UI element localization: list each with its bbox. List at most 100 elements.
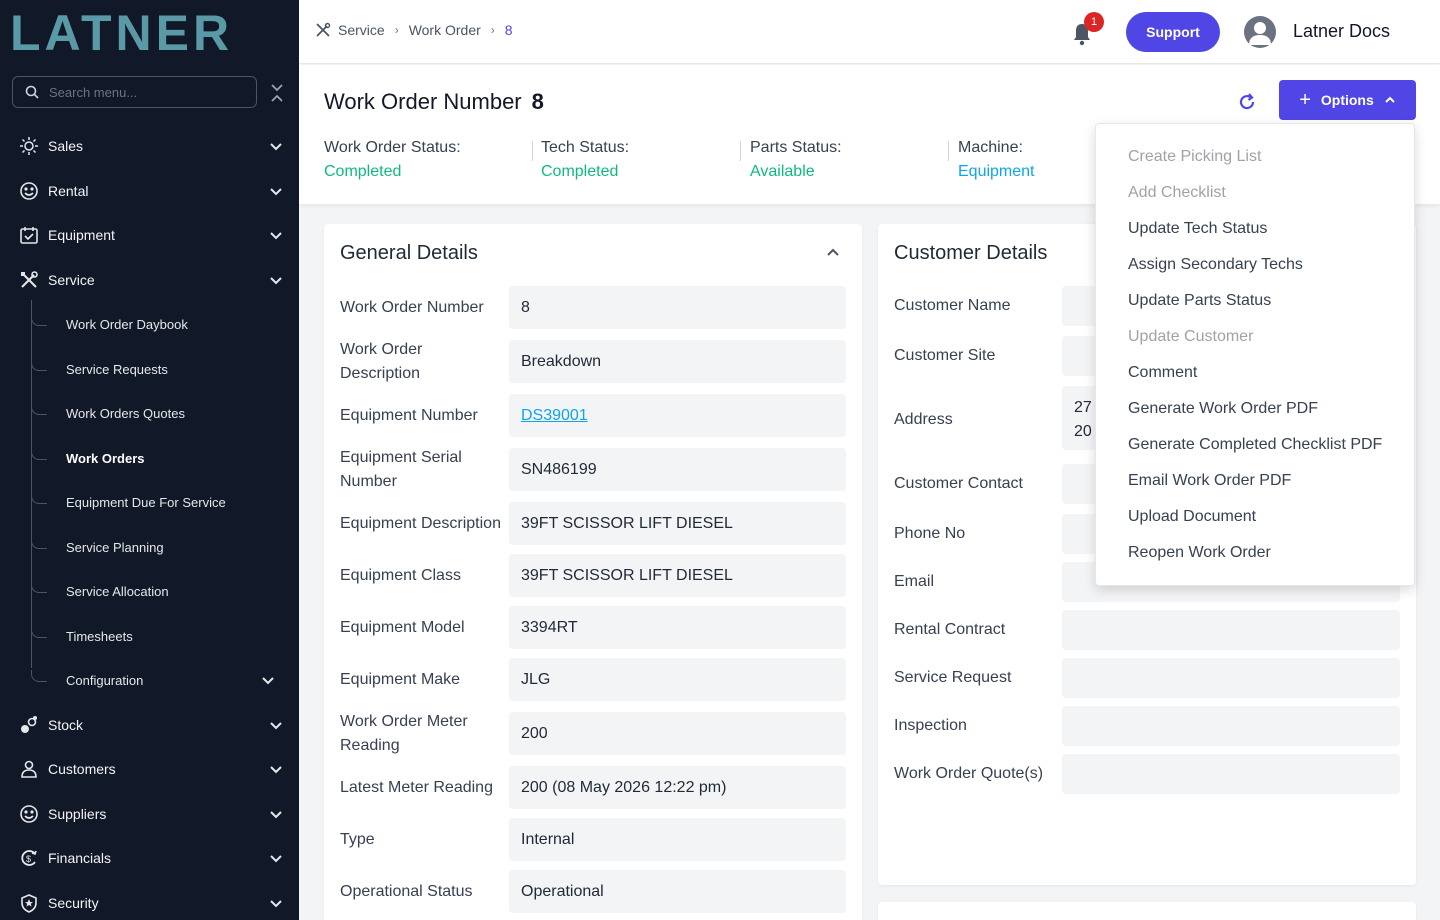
equipment-serial-field[interactable]: SN486199 (509, 448, 846, 491)
menu-item-generate-completed-checklist-pdf[interactable]: Generate Completed Checklist PDF (1128, 436, 1382, 454)
customers-icon (18, 758, 40, 780)
support-button[interactable]: Support (1126, 12, 1220, 52)
sidebar-subitem-timesheets[interactable]: Timesheets (0, 616, 299, 656)
sidebar-item-stock[interactable]: Stock (0, 705, 299, 745)
svg-text:LATNER: LATNER (10, 10, 233, 54)
page-title: Work Order Number 8 (324, 89, 544, 115)
menu-item-update-customer[interactable]: Update Customer (1128, 328, 1253, 346)
work-order-description-field[interactable]: Breakdown (509, 340, 846, 383)
tools-icon (316, 22, 331, 37)
field-label: Customer Contact (894, 475, 1023, 492)
sidebar-item-label: Rental (48, 183, 89, 199)
sidebar-item-sales[interactable]: Sales (0, 126, 299, 166)
sidebar-item-label: Stock (48, 717, 84, 733)
options-label: Options (1320, 92, 1374, 108)
service-request-field[interactable] (1062, 658, 1400, 698)
chevron-up-icon[interactable] (826, 245, 840, 259)
equipment-class-field[interactable]: 39FT SCISSOR LIFT DIESEL (509, 554, 846, 597)
field-label: Latest Meter Reading (340, 779, 493, 796)
chevron-down-icon (270, 143, 282, 151)
card-title: Customer Details (894, 242, 1048, 264)
collapse-icon[interactable] (268, 82, 286, 104)
sidebar-item-service[interactable]: Service (0, 260, 299, 300)
field-label: Type (340, 831, 375, 848)
menu-item-add-checklist[interactable]: Add Checklist (1128, 184, 1226, 202)
breadcrumb-work-order[interactable]: Work Order (409, 22, 481, 38)
chevron-right-icon: › (490, 23, 495, 37)
rental-contract-field[interactable] (1062, 610, 1400, 650)
chevron-down-icon (270, 722, 282, 730)
sidebar-item-rental[interactable]: Rental (0, 171, 299, 211)
sidebar-subitem-service-planning[interactable]: Service Planning (0, 527, 299, 567)
field-label: Equipment Description (340, 515, 501, 532)
sidebar-item-suppliers[interactable]: Suppliers (0, 794, 299, 834)
operational-status-field[interactable]: Operational (509, 870, 846, 913)
menu-item-update-parts-status[interactable]: Update Parts Status (1128, 292, 1271, 310)
work-order-number: 8 (531, 89, 544, 114)
breadcrumb-service[interactable]: Service (338, 22, 385, 38)
sidebar-item-label: Security (48, 895, 99, 911)
equipment-icon (18, 224, 40, 246)
work-order-number-field[interactable]: 8 (509, 286, 846, 329)
type-field[interactable]: Internal (509, 818, 846, 861)
equipment-make-field[interactable]: JLG (509, 658, 846, 701)
sidebar-subitem-work-orders-quotes[interactable]: Work Orders Quotes (0, 393, 299, 433)
machine-link[interactable]: Equipment (958, 163, 1035, 181)
sidebar-item-label: Equipment (48, 227, 115, 243)
field-label: Address (894, 411, 953, 428)
sidebar-subitem-work-orders[interactable]: Work Orders (0, 438, 299, 478)
breadcrumb-current: 8 (504, 22, 513, 38)
sidebar-subitem-service-allocation[interactable]: Service Allocation (0, 571, 299, 611)
inspection-field[interactable] (1062, 706, 1400, 746)
field-label: Work Order Number (340, 299, 484, 316)
options-button[interactable]: + Options (1279, 80, 1416, 120)
field-label: Service Request (894, 669, 1012, 686)
chevron-down-icon (270, 766, 282, 774)
avatar[interactable] (1244, 16, 1276, 48)
menu-item-email-work-order-pdf[interactable]: Email Work Order PDF (1128, 472, 1291, 490)
equipment-number-link[interactable]: DS39001 (521, 407, 588, 425)
status-value: Completed (324, 163, 402, 180)
refresh-icon[interactable] (1236, 91, 1258, 113)
meter-reading-field[interactable]: 200 (509, 712, 846, 755)
status-value: Available (750, 163, 815, 180)
divider (948, 141, 949, 161)
sidebar-subitem-service-requests[interactable]: Service Requests (0, 349, 299, 389)
status-label: Machine: (958, 139, 1023, 156)
latest-meter-reading-field[interactable]: 200 (08 May 2026 12:22 pm) (509, 766, 846, 809)
service-icon (18, 269, 40, 291)
sidebar-subitem-configuration[interactable]: Configuration (0, 660, 299, 700)
sidebar-subitem-equipment-due-for-service[interactable]: Equipment Due For Service (0, 482, 299, 522)
equipment-model-field[interactable]: 3394RT (509, 606, 846, 649)
sidebar-item-security[interactable]: Security (0, 883, 299, 920)
field-label: Equipment Class (340, 567, 461, 584)
work-order-quotes-field[interactable] (1062, 754, 1400, 794)
menu-item-generate-work-order-pdf[interactable]: Generate Work Order PDF (1128, 400, 1318, 418)
chevron-down-icon (270, 900, 282, 908)
menu-item-assign-secondary-techs[interactable]: Assign Secondary Techs (1128, 256, 1303, 274)
chevron-down-icon (270, 277, 282, 285)
menu-item-update-tech-status[interactable]: Update Tech Status (1128, 220, 1267, 238)
user-name[interactable]: Latner Docs (1293, 21, 1390, 42)
sidebar-item-label: Service (48, 272, 95, 288)
sidebar-item-financials[interactable]: $ Financials (0, 838, 299, 878)
field-label: Work Order Description (340, 341, 423, 382)
field-label: Customer Name (894, 297, 1011, 314)
menu-search-input[interactable] (49, 84, 239, 100)
menu-item-comment[interactable]: Comment (1128, 364, 1197, 382)
menu-item-reopen-work-order[interactable]: Reopen Work Order (1128, 544, 1271, 562)
field-label: Work Order Meter Reading (340, 713, 468, 754)
equipment-description-field[interactable]: 39FT SCISSOR LIFT DIESEL (509, 502, 846, 545)
suppliers-icon (18, 803, 40, 825)
status-machine: Machine: Equipment (958, 139, 1035, 181)
sidebar-subitem-work-order-daybook[interactable]: Work Order Daybook (0, 304, 299, 344)
sidebar-item-equipment[interactable]: Equipment (0, 215, 299, 255)
field-label: Phone No (894, 525, 966, 542)
chevron-up-icon (1385, 96, 1395, 103)
latner-logo[interactable]: LATNER (10, 5, 280, 61)
field-label: Inspection (894, 717, 967, 734)
menu-search (12, 76, 257, 108)
menu-item-create-picking-list[interactable]: Create Picking List (1128, 148, 1261, 166)
sidebar-item-customers[interactable]: Customers (0, 749, 299, 789)
menu-item-upload-document[interactable]: Upload Document (1128, 508, 1256, 526)
